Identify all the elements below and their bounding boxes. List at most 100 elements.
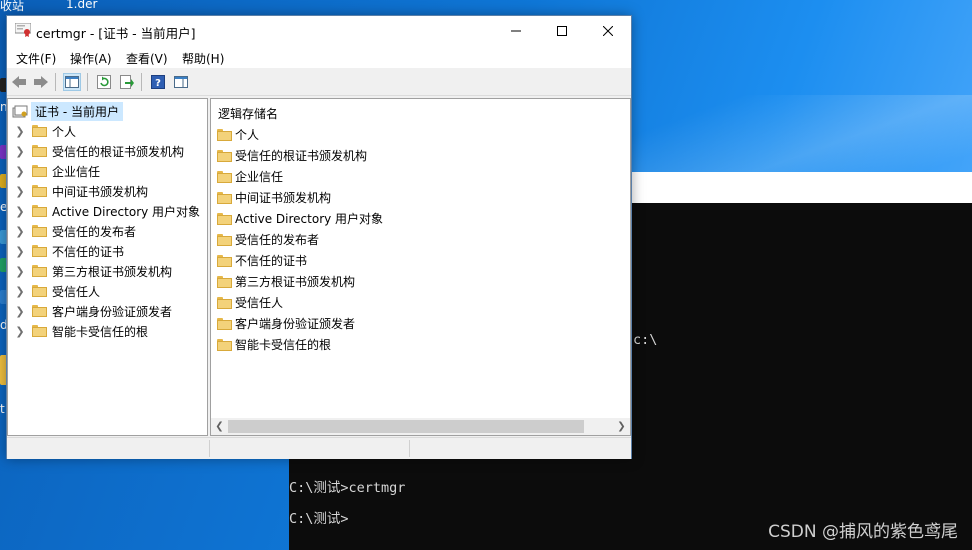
folder-icon — [32, 205, 47, 217]
certificate-app-icon — [15, 23, 31, 37]
export-icon — [120, 75, 134, 89]
menu-file[interactable]: 文件(F) — [16, 50, 56, 67]
menu-help[interactable]: 帮助(H) — [182, 50, 224, 67]
tree-item[interactable]: ❯ 第三方根证书颁发机构 — [13, 261, 172, 281]
scroll-right-arrow-icon[interactable]: ❯ — [613, 419, 630, 434]
title-bar[interactable]: certmgr - [证书 - 当前用户] — [7, 16, 631, 46]
export-list-button[interactable] — [118, 73, 136, 91]
toolbar: ? — [7, 69, 631, 96]
list-item-label: 受信任的发布者 — [235, 233, 320, 247]
maximize-icon — [557, 26, 567, 36]
chevron-right-icon[interactable]: ❯ — [13, 285, 27, 298]
folder-icon — [217, 296, 232, 309]
wallpaper-light-beam — [630, 95, 972, 175]
folder-icon — [217, 128, 232, 141]
tree-item-label: 受信任的根证书颁发机构 — [52, 144, 185, 159]
folder-icon — [32, 145, 47, 157]
tree-item[interactable]: ❯ 智能卡受信任的根 — [13, 321, 148, 341]
tree-item[interactable]: ❯ 客户端身份验证颁发者 — [13, 301, 172, 321]
scrollbar-thumb[interactable] — [228, 420, 584, 433]
toolbar-separator — [55, 73, 56, 91]
list-item-label: 中间证书颁发机构 — [235, 191, 332, 205]
folder-icon — [217, 317, 232, 330]
list-item[interactable]: 不信任的证书 — [217, 250, 307, 271]
tree-item[interactable]: ❯ 受信任的发布者 — [13, 221, 136, 241]
tree-item[interactable]: ❯ 受信任的根证书颁发机构 — [13, 141, 184, 161]
folder-icon — [217, 149, 232, 162]
arrow-left-icon — [12, 76, 26, 88]
folder-icon — [32, 245, 47, 257]
tree-root[interactable]: 证书 - 当前用户 — [12, 102, 123, 121]
chevron-right-icon[interactable]: ❯ — [13, 245, 27, 258]
folder-icon — [32, 305, 47, 317]
tree-item[interactable]: ❯ Active Directory 用户对象 — [13, 201, 200, 221]
tree-item[interactable]: ❯ 中间证书颁发机构 — [13, 181, 148, 201]
folder-icon — [217, 275, 232, 288]
list-item-label: 智能卡受信任的根 — [235, 338, 332, 352]
chevron-right-icon[interactable]: ❯ — [13, 325, 27, 338]
maximize-button[interactable] — [539, 16, 585, 46]
tree-item-label: 智能卡受信任的根 — [52, 324, 149, 339]
help-button[interactable]: ? — [149, 73, 167, 91]
console-line: C:\测试> — [289, 511, 349, 527]
horizontal-scrollbar[interactable]: ❮ ❯ — [211, 418, 630, 435]
menu-bar: 文件(F) 操作(A) 查看(V) 帮助(H) — [7, 46, 631, 68]
status-cell — [409, 440, 630, 457]
folder-icon — [217, 338, 232, 351]
chevron-right-icon[interactable]: ❯ — [13, 205, 27, 218]
show-hide-action-pane-button[interactable] — [172, 73, 190, 91]
scroll-left-arrow-icon[interactable]: ❮ — [211, 419, 228, 434]
certmgr-window[interactable]: certmgr - [证书 - 当前用户] 文件(F) 操作(A) 查看(V) … — [6, 15, 632, 459]
tree-item[interactable]: ❯ 受信任人 — [13, 281, 100, 301]
folder-icon — [217, 191, 232, 204]
chevron-right-icon[interactable]: ❯ — [13, 225, 27, 238]
folder-icon — [217, 233, 232, 246]
list-item-label: 企业信任 — [235, 170, 284, 184]
list-item[interactable]: 个人 — [217, 124, 259, 145]
folder-icon — [32, 165, 47, 177]
console-tree[interactable]: 证书 - 当前用户 ❯ 个人 ❯ 受信任的根证书颁发机构 ❯ 企业信任 ❯ 中间证书颁发机构 ❯… — [7, 98, 208, 436]
chevron-right-icon[interactable]: ❯ — [13, 125, 27, 138]
close-button[interactable] — [585, 16, 631, 46]
column-header-logical-store-name[interactable]: 逻辑存储名 — [218, 105, 278, 122]
list-item[interactable]: 受信任的根证书颁发机构 — [217, 145, 367, 166]
list-item[interactable]: 客户端身份验证颁发者 — [217, 313, 355, 334]
chevron-right-icon[interactable]: ❯ — [13, 145, 27, 158]
chevron-right-icon[interactable]: ❯ — [13, 185, 27, 198]
tree-item[interactable]: ❯ 企业信任 — [13, 161, 100, 181]
folder-icon — [32, 325, 47, 337]
status-bar — [7, 437, 631, 459]
console-line: C:\测试>certmgr — [289, 480, 406, 496]
details-pane[interactable]: 逻辑存储名 个人受信任的根证书颁发机构企业信任中间证书颁发机构 Active Di… — [210, 98, 631, 436]
console-text: c:\ — [633, 332, 658, 348]
tree-item-label: 客户端身份验证颁发者 — [52, 304, 173, 319]
tree-item[interactable]: ❯ 不信任的证书 — [13, 241, 124, 261]
forward-button[interactable] — [32, 73, 50, 91]
list-item[interactable]: 第三方根证书颁发机构 — [217, 271, 355, 292]
refresh-button[interactable] — [95, 73, 113, 91]
menu-view[interactable]: 查看(V) — [126, 50, 168, 67]
folder-icon — [32, 125, 47, 137]
list-item-label: Active Directory 用户对象 — [235, 212, 384, 226]
tree-item[interactable]: ❯ 个人 — [13, 121, 76, 141]
list-item[interactable]: 受信任人 — [217, 292, 283, 313]
back-button[interactable] — [10, 73, 28, 91]
chevron-right-icon[interactable]: ❯ — [13, 305, 27, 318]
list-item[interactable]: 中间证书颁发机构 — [217, 187, 331, 208]
folder-icon — [32, 265, 47, 277]
minimize-button[interactable] — [493, 16, 539, 46]
chevron-right-icon[interactable]: ❯ — [13, 265, 27, 278]
chevron-right-icon[interactable]: ❯ — [13, 165, 27, 178]
folder-icon — [32, 285, 47, 297]
list-item[interactable]: 受信任的发布者 — [217, 229, 319, 250]
list-item-label: 个人 — [235, 128, 260, 142]
desktop-icon-label-file[interactable]: 1.der — [66, 0, 97, 11]
svg-text:?: ? — [155, 78, 161, 89]
show-hide-console-tree-button[interactable] — [63, 73, 81, 91]
list-item[interactable]: Active Directory 用户对象 — [217, 208, 383, 229]
list-item[interactable]: 企业信任 — [217, 166, 283, 187]
desktop-icon-label-recycle-bin[interactable]: 收站 — [0, 0, 24, 14]
list-item[interactable]: 智能卡受信任的根 — [217, 334, 331, 355]
menu-action[interactable]: 操作(A) — [70, 50, 112, 67]
list-item-label: 第三方根证书颁发机构 — [235, 275, 356, 289]
